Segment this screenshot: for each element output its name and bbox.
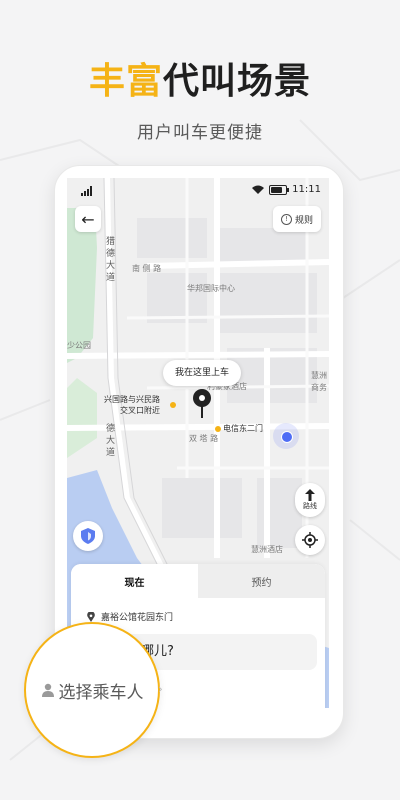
station-dot[interactable] [170,402,176,408]
location-pin-icon [87,611,95,622]
road-label-huizhou: 慧洲 [311,371,327,380]
status-time: 11:11 [292,184,321,195]
person-icon [41,683,54,697]
chevron-right-icon: › [158,682,163,696]
road-label-huabang: 华邦国际中心 [187,284,235,293]
road-label-shuangta: 双 塔 路 [189,434,219,443]
pickup-bubble[interactable]: 我在这里上车 [163,360,241,386]
safety-button[interactable] [73,521,103,551]
headline-rest: 代叫场景 [163,61,312,102]
battery-icon [269,184,290,195]
shield-icon [81,528,95,544]
road-label-nancang: 南 侧 路 [132,264,162,273]
start-location-text: 嘉裕公馆花园东门 [101,613,174,623]
route-button[interactable]: 路线 [295,483,325,517]
tab-now[interactable]: 现在 [71,564,198,598]
station-label-2[interactable]: 电信东二门 [223,423,263,434]
start-location-row[interactable]: 嘉裕公馆花园东门 [87,610,173,623]
road-label-huizhou-hotel: 慧洲酒店 [251,545,283,554]
station-label-1[interactable]: 兴国路与兴民路 交叉口附近 [104,394,160,416]
pickup-pin-icon [193,389,211,418]
route-arrow-icon [305,489,315,501]
tab-bar: 现在 预约 [71,564,325,598]
passenger-selector[interactable]: 选择乘车人 [24,622,160,758]
status-bar: 11:11 [67,178,329,202]
road-label-park: 少公园 [67,341,91,350]
promo-subtitle: 用户叫车更便捷 [137,123,263,143]
road-label-shangwu: 商务 [311,383,327,392]
station-label-1-line1: 兴国路与兴民路 [104,395,160,404]
tab-reserve[interactable]: 预约 [198,564,325,598]
rules-button[interactable]: ! 规则 [272,206,321,232]
signal-icon [81,186,92,196]
station-label-1-line2: 交叉口附近 [120,406,160,415]
headline-highlight: 丰富 [88,61,163,102]
crosshair-icon [302,532,318,548]
station-dot[interactable] [215,426,221,432]
promo-headline: 丰富代叫场景 [0,52,400,104]
rules-label: 规则 [294,215,313,226]
current-location-dot [273,423,299,449]
road-label-dedadao: 德大道 [104,423,114,459]
route-label: 路线 [303,502,317,510]
wifi-icon [252,185,265,194]
passenger-selector-label: 选择乘车人 [58,682,144,703]
road-label-liede: 猎德大道 [104,236,114,284]
info-icon: ! [280,213,292,225]
locate-button[interactable] [295,525,325,555]
back-button[interactable]: ← [75,206,101,232]
back-arrow-icon: ← [81,209,95,229]
